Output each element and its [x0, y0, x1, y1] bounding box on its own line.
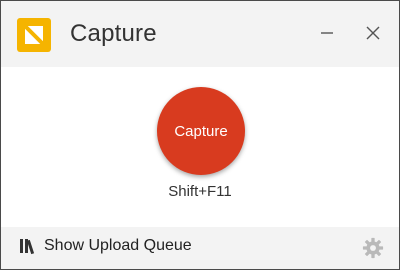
capture-window: Capture Capture Shift+F11 Show Upload Qu…: [0, 0, 400, 270]
window-title: Capture: [70, 20, 157, 47]
books-icon: [20, 239, 35, 255]
show-upload-queue-button[interactable]: Show Upload Queue: [19, 237, 192, 255]
gear-icon[interactable]: [362, 237, 384, 259]
minimize-icon[interactable]: [315, 21, 339, 45]
upload-queue-label: Show Upload Queue: [44, 237, 192, 254]
capture-button-label: Capture: [174, 122, 228, 140]
main-panel: Capture Shift+F11: [1, 67, 399, 227]
capture-app-icon: [17, 18, 51, 52]
close-icon[interactable]: [361, 21, 385, 45]
title-bar[interactable]: Capture: [1, 1, 399, 67]
footer-bar: Show Upload Queue: [1, 227, 399, 269]
capture-button[interactable]: Capture: [157, 87, 245, 175]
shortcut-label: Shift+F11: [168, 183, 232, 200]
